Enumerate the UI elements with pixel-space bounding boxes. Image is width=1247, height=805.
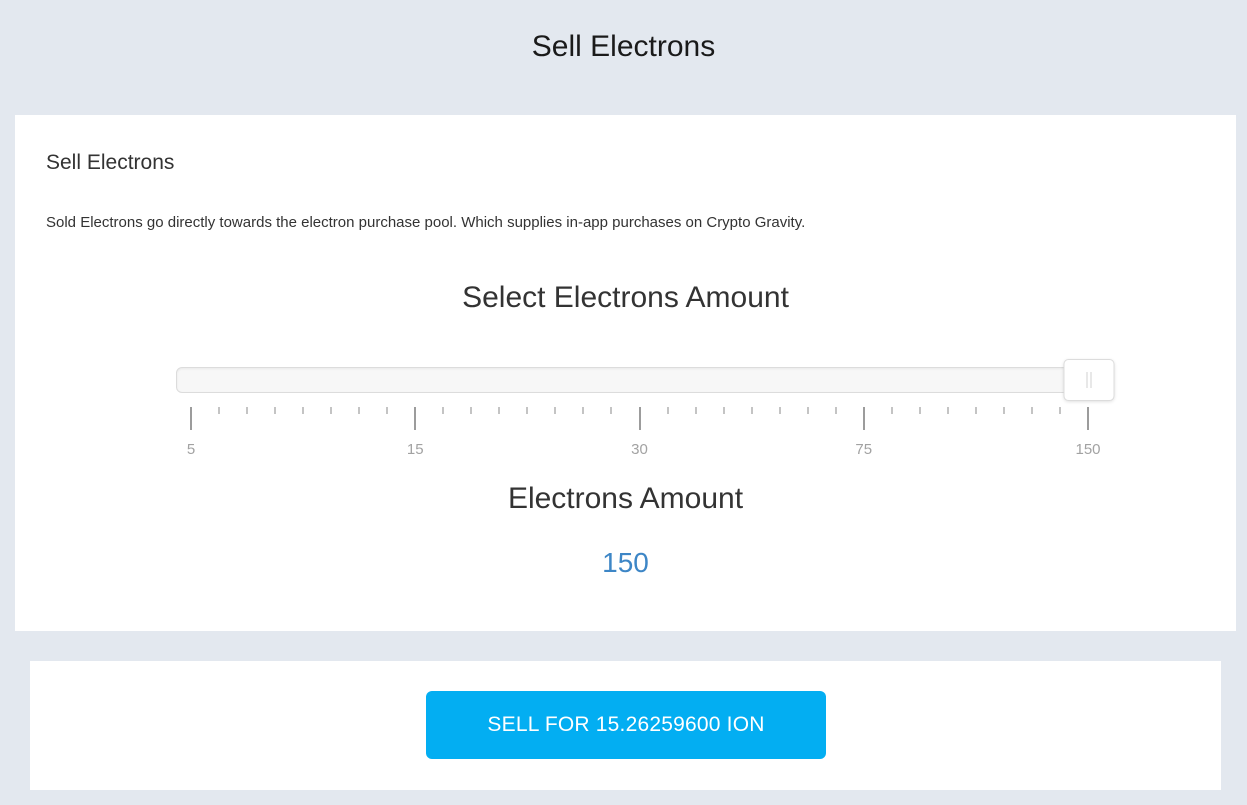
minor-tick bbox=[1058, 407, 1061, 414]
tick-label[interactable]: 30 bbox=[631, 441, 648, 458]
action-panel: SELL FOR 15.26259600 ION bbox=[30, 661, 1221, 790]
minor-tick bbox=[890, 407, 893, 414]
major-tick bbox=[638, 407, 641, 430]
major-tick bbox=[1087, 407, 1089, 430]
major-tick bbox=[862, 407, 865, 430]
minor-tick bbox=[582, 407, 585, 414]
minor-tick bbox=[610, 407, 613, 414]
page-header: Sell Electrons bbox=[0, 0, 1247, 115]
tick-label[interactable]: 75 bbox=[855, 441, 872, 458]
minor-tick bbox=[946, 407, 949, 414]
minor-tick bbox=[778, 407, 781, 414]
major-tick bbox=[190, 407, 192, 430]
tick-label[interactable]: 150 bbox=[1075, 441, 1100, 458]
minor-tick bbox=[834, 407, 837, 414]
minor-tick bbox=[330, 407, 333, 414]
minor-tick bbox=[218, 407, 221, 414]
major-tick bbox=[414, 407, 417, 430]
page-title: Sell Electrons bbox=[531, 30, 716, 63]
minor-tick bbox=[470, 407, 473, 414]
panel-title: Sell Electrons bbox=[46, 151, 175, 174]
amount-value: 150 bbox=[602, 547, 649, 578]
tick-label[interactable]: 5 bbox=[187, 441, 195, 458]
sell-electrons-panel: Sell Electrons Sold Electrons go directl… bbox=[15, 115, 1236, 631]
minor-tick bbox=[666, 407, 669, 414]
minor-tick bbox=[526, 407, 529, 414]
amount-heading: Electrons Amount bbox=[507, 482, 744, 515]
minor-tick bbox=[358, 407, 361, 414]
slider-handle[interactable] bbox=[1063, 359, 1115, 401]
minor-tick bbox=[722, 407, 725, 414]
minor-tick bbox=[302, 407, 305, 414]
minor-tick bbox=[274, 407, 277, 414]
sell-button[interactable]: SELL FOR 15.26259600 ION bbox=[426, 691, 826, 759]
minor-tick bbox=[750, 407, 753, 414]
minor-tick bbox=[498, 407, 501, 414]
grip-icon bbox=[1090, 372, 1092, 388]
minor-tick bbox=[806, 407, 809, 414]
minor-tick bbox=[1030, 407, 1033, 414]
panel-description: Sold Electrons go directly towards the e… bbox=[46, 214, 806, 231]
electrons-amount-slider[interactable]: 5 15 30 75 150 bbox=[176, 359, 1115, 459]
grip-icon bbox=[1086, 372, 1088, 388]
minor-tick bbox=[246, 407, 249, 414]
minor-tick bbox=[694, 407, 697, 414]
slider-track[interactable] bbox=[176, 367, 1098, 393]
minor-tick bbox=[442, 407, 445, 414]
minor-tick bbox=[918, 407, 921, 414]
minor-tick bbox=[1002, 407, 1005, 414]
minor-tick bbox=[386, 407, 389, 414]
minor-tick bbox=[554, 407, 557, 414]
minor-tick bbox=[974, 407, 977, 414]
tick-label[interactable]: 15 bbox=[407, 441, 424, 458]
select-amount-heading: Select Electrons Amount bbox=[462, 281, 789, 314]
